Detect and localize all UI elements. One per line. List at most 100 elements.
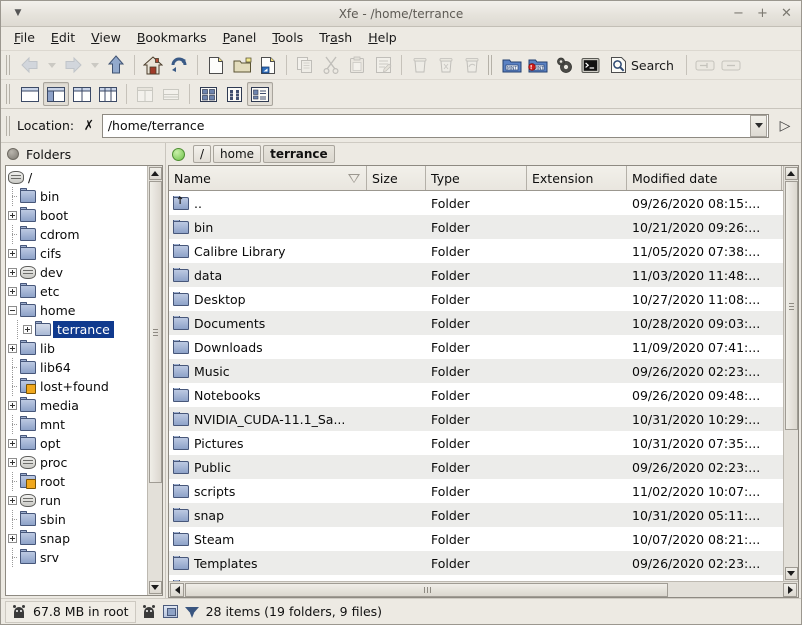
show-panel-icon[interactable] — [718, 53, 744, 77]
table-row[interactable]: DownloadsFolder11/09/2020 07:41:...t — [169, 335, 783, 359]
location-go-button[interactable]: ▷ — [775, 118, 795, 134]
three-panels-icon[interactable] — [95, 82, 121, 106]
paste-icon[interactable] — [344, 53, 370, 77]
tree-expander[interactable] — [8, 287, 17, 296]
refresh-icon[interactable] — [166, 53, 192, 77]
trash-delete-icon[interactable] — [433, 53, 459, 77]
cell-name[interactable]: Steam — [169, 531, 367, 547]
tree-item-lib[interactable]: lib — [8, 339, 147, 358]
tree-item-lib64[interactable]: lib64 — [8, 358, 147, 377]
table-row[interactable]: dataFolder11/03/2020 11:48:...t — [169, 263, 783, 287]
mount-icon[interactable]: MNT — [499, 53, 525, 77]
table-row[interactable]: PicturesFolder10/31/2020 07:35:...t — [169, 431, 783, 455]
tree-item-srv[interactable]: srv — [8, 548, 147, 567]
forward-button[interactable] — [60, 53, 86, 77]
list-vertical-scrollbar[interactable] — [783, 166, 798, 581]
table-row[interactable]: TemplatesFolder09/26/2020 02:23:...t — [169, 551, 783, 575]
cell-name[interactable]: Desktop — [169, 291, 367, 307]
table-row[interactable]: ..Folder09/26/2020 08:15:...r — [169, 191, 783, 215]
cell-name[interactable]: Documents — [169, 315, 367, 331]
tree-expander[interactable] — [8, 534, 17, 543]
table-row[interactable]: MusicFolder09/26/2020 02:23:...t — [169, 359, 783, 383]
breadcrumb-item--[interactable]: / — [193, 145, 212, 163]
tree-expander[interactable] — [23, 325, 32, 334]
unmount-icon[interactable]: MNT — [525, 53, 551, 77]
tree-item-media[interactable]: media — [8, 396, 147, 415]
detailed-list-icon[interactable] — [247, 82, 273, 106]
properties-icon[interactable] — [370, 53, 396, 77]
list-scroll-left-button[interactable] — [170, 582, 184, 597]
cell-name[interactable]: Notebooks — [169, 387, 367, 403]
tree-item-sbin[interactable]: sbin — [8, 510, 147, 529]
big-icons-icon[interactable] — [195, 82, 221, 106]
list-hscroll-track[interactable] — [185, 582, 782, 597]
tree-item-boot[interactable]: boot — [8, 206, 147, 225]
toolbar-grip[interactable] — [487, 54, 495, 76]
tree-item-root[interactable]: root — [8, 472, 147, 491]
column-header-name[interactable]: Name — [169, 166, 367, 190]
cell-name[interactable]: data — [169, 267, 367, 283]
tree-scroll-track[interactable] — [148, 181, 163, 580]
list-scroll-right-button[interactable] — [783, 582, 797, 597]
tree-item-lost-found[interactable]: lost+found — [8, 377, 147, 396]
trash-restore-icon[interactable] — [459, 53, 485, 77]
window-menu-icon[interactable]: ▼ — [7, 9, 29, 18]
maximize-button[interactable]: + — [756, 7, 769, 21]
new-symlink-icon[interactable] — [255, 53, 281, 77]
location-value[interactable]: /home/terrance — [103, 118, 750, 133]
cell-name[interactable]: Templates — [169, 555, 367, 571]
menu-panel[interactable]: Panel — [215, 29, 265, 48]
tree-scroll-up-button[interactable] — [148, 167, 162, 180]
one-panel-icon[interactable] — [17, 82, 43, 106]
search-button[interactable]: Search — [603, 53, 681, 77]
cell-name[interactable]: .. — [169, 195, 367, 211]
menu-file[interactable]: File — [6, 29, 43, 48]
tree-item-dev[interactable]: dev — [8, 263, 147, 282]
toolbar-grip[interactable] — [5, 115, 13, 137]
tree-item-mnt[interactable]: mnt — [8, 415, 147, 434]
new-file-icon[interactable] — [203, 53, 229, 77]
column-header-size[interactable]: Size — [367, 166, 426, 190]
table-row[interactable]: NVIDIA_CUDA-11.1_Sa... Folder 10/31/2020 1… — [169, 407, 783, 431]
status-indicator-icon[interactable] — [172, 147, 185, 161]
table-row[interactable]: DesktopFolder10/27/2020 11:08:...t — [169, 287, 783, 311]
list-scroll-track[interactable] — [784, 181, 799, 566]
table-row[interactable]: SteamFolder10/07/2020 08:21:...t — [169, 527, 783, 551]
table-row[interactable]: binFolder10/21/2020 09:26:...t — [169, 215, 783, 239]
column-header-type[interactable]: Type — [426, 166, 527, 190]
menu-view[interactable]: View — [83, 29, 129, 48]
menu-bookmarks[interactable]: Bookmarks — [129, 29, 215, 48]
horizontal-split-icon[interactable] — [158, 82, 184, 106]
list-scroll-up-button[interactable] — [784, 167, 798, 180]
tree-item-snap[interactable]: snap — [8, 529, 147, 548]
folder-tree[interactable]: / bin boot cdrom cifs dev etc home terrance lib li… — [6, 166, 147, 595]
tree-item-bin[interactable]: bin — [8, 187, 147, 206]
folders-toggle-icon[interactable] — [7, 148, 19, 160]
tree-item-run[interactable]: run — [8, 491, 147, 510]
copy-icon[interactable] — [292, 53, 318, 77]
clear-location-icon[interactable]: ✗ — [84, 118, 94, 134]
filter-icon[interactable] — [184, 606, 199, 618]
tree-item--[interactable]: / — [8, 168, 147, 187]
two-panels-icon[interactable] — [69, 82, 95, 106]
cell-name[interactable]: snap — [169, 507, 367, 523]
column-header-extension[interactable]: Extension — [527, 166, 627, 190]
list-horizontal-scrollbar[interactable] — [169, 581, 798, 597]
tree-scroll-thumb[interactable] — [148, 181, 162, 483]
minimize-button[interactable]: − — [732, 7, 745, 21]
tree-expander[interactable] — [8, 268, 17, 277]
cell-name[interactable]: scripts — [169, 483, 367, 499]
forward-history-dropdown[interactable] — [86, 53, 103, 77]
column-header-modified-date[interactable]: Modified date — [627, 166, 782, 190]
menu-help[interactable]: Help — [360, 29, 405, 48]
table-row[interactable]: PublicFolder09/26/2020 02:23:...t — [169, 455, 783, 479]
trash-move-icon[interactable] — [407, 53, 433, 77]
tree-expander[interactable] — [8, 344, 17, 353]
location-history-dropdown[interactable] — [750, 114, 767, 137]
hide-panel-icon[interactable] — [692, 53, 718, 77]
cut-icon[interactable] — [318, 53, 344, 77]
menu-trash[interactable]: Trash — [311, 29, 360, 48]
table-row[interactable]: scriptsFolder11/02/2020 10:07:...t — [169, 479, 783, 503]
list-hscroll-thumb[interactable] — [185, 582, 668, 597]
thumbnails-toggle-icon[interactable] — [162, 605, 178, 618]
